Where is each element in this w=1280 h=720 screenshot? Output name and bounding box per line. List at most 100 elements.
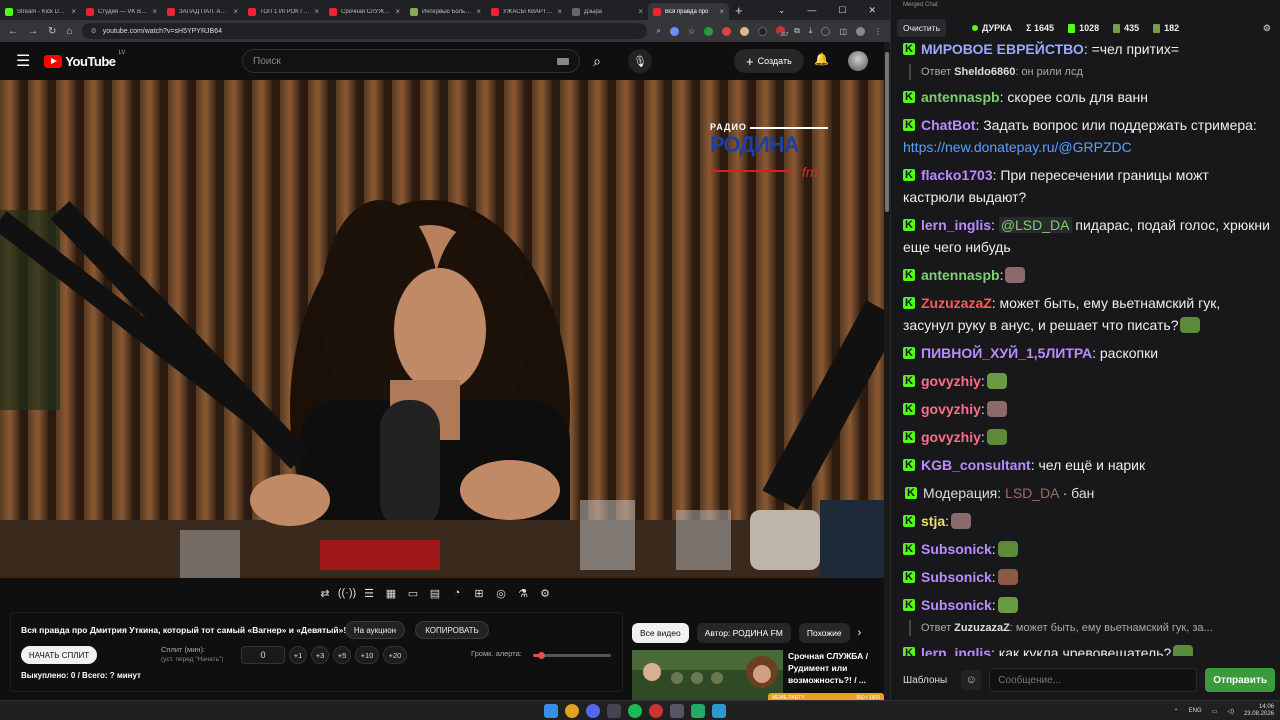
discord-icon[interactable]	[586, 704, 600, 718]
maximize-icon[interactable]: ☐	[838, 5, 846, 16]
alert-volume-slider[interactable]	[533, 652, 611, 659]
chat-username[interactable]: Subsonick	[921, 569, 992, 585]
tab-close-icon[interactable]: ×	[557, 7, 562, 16]
browser-tab[interactable]: Студия — VK Видео ×	[81, 3, 162, 20]
chat-username[interactable]: antennaspb	[921, 89, 1000, 105]
youtube-logo[interactable]: YouTube LV	[44, 50, 125, 69]
windows-start-icon[interactable]	[544, 704, 558, 718]
profile-icon[interactable]	[821, 26, 831, 36]
tab-close-icon[interactable]: ×	[314, 7, 319, 16]
browser-tab[interactable]: Интервью Большое ×	[405, 3, 486, 20]
auction-button[interactable]: На аукцион	[345, 621, 405, 639]
split-step-button[interactable]: +5	[333, 646, 351, 664]
split-step-button[interactable]: +1	[289, 646, 307, 664]
extension-icon[interactable]	[722, 26, 732, 36]
app-icon[interactable]	[649, 704, 663, 718]
chat-username[interactable]: ChatBot	[921, 117, 975, 133]
mic-button[interactable]: 🎙	[628, 49, 652, 73]
browser-tab[interactable]: Вся правда про ×	[648, 3, 729, 20]
keyboard-icon[interactable]	[557, 58, 569, 65]
browser-tab[interactable]: ТОП 1 ИГРОК ГЕНШИН ×	[243, 3, 324, 20]
star-icon[interactable]: ☆	[688, 27, 695, 36]
reply-user[interactable]: Sheldo6860	[954, 66, 1015, 78]
emoji-icon[interactable]: ☺	[961, 670, 982, 690]
close-icon[interactable]: ✕	[868, 5, 876, 16]
extension-icon[interactable]	[740, 26, 750, 36]
download-icon[interactable]: ⤓	[809, 26, 813, 36]
split-step-button[interactable]: +20	[383, 646, 407, 664]
chat-username[interactable]: lern_inglis	[921, 217, 991, 233]
browser-tab[interactable]: УЖАСЫ КВАРТИР ×	[486, 3, 567, 20]
chat-username[interactable]: stja	[921, 513, 945, 529]
reply-user[interactable]: ZuzuzazaZ	[954, 622, 1010, 634]
chat-username[interactable]: KGB_consultant	[921, 457, 1031, 473]
search-input[interactable]: Поиск	[242, 49, 580, 73]
steam-icon[interactable]	[607, 704, 621, 718]
puzzle-icon[interactable]: ⧉	[794, 26, 800, 36]
chat-link[interactable]: https://new.donatepay.ru/@GRPZDC	[903, 139, 1132, 155]
tab-close-icon[interactable]: ×	[638, 7, 643, 16]
extension-badge-icon[interactable]: 357	[776, 25, 790, 38]
browser-tab[interactable]: Срочная СЛУЖБА ×	[324, 3, 405, 20]
reco-tab[interactable]: Автор: РОДИНА FM	[696, 623, 791, 643]
split-step-button[interactable]: +3	[311, 646, 329, 664]
recommended-video-title[interactable]: Срочная СЛУЖБА / Рудимент или возможност…	[788, 650, 880, 686]
app-icon[interactable]	[670, 704, 684, 718]
clock[interactable]: 14:06 23.08.2026	[1244, 704, 1274, 718]
chat-mention[interactable]: @LSD_DA	[998, 217, 1072, 233]
gear-icon[interactable]: ⚙	[536, 584, 554, 602]
video-player[interactable]: РАДИО РОДИНА fm	[0, 80, 884, 578]
reco-tab[interactable]: Все видео	[632, 623, 689, 643]
chevron-right-icon[interactable]: ›	[858, 623, 862, 643]
chat-username[interactable]: govyzhiy	[921, 373, 981, 389]
clear-chat-button[interactable]: Очистить	[897, 19, 947, 37]
chat-username[interactable]: flacko1703	[921, 167, 993, 183]
split-step-button[interactable]: +10	[355, 646, 379, 664]
send-button[interactable]: Отправить	[1205, 668, 1275, 692]
chat-username[interactable]: ПИВНОЙ_ХУЙ_1,5ЛИТРА	[921, 345, 1092, 361]
chrome-icon[interactable]	[565, 704, 579, 718]
browser-tab[interactable]: Дзыра ×	[567, 3, 648, 20]
message-input[interactable]: Сообщение...	[989, 668, 1198, 692]
forward-icon[interactable]: →	[28, 26, 38, 37]
settings-icon[interactable]: ⚙	[1263, 23, 1271, 34]
menu-icon[interactable]: ⋮	[874, 27, 882, 36]
site-info-icon[interactable]: ⚙	[90, 27, 96, 35]
tab-close-icon[interactable]: ×	[395, 7, 400, 16]
camera-icon[interactable]: ◎	[492, 584, 510, 602]
add-icon[interactable]: ⊞	[470, 584, 488, 602]
avatar[interactable]	[848, 51, 868, 71]
templates-button[interactable]: Шаблоны	[897, 675, 953, 686]
bell-icon[interactable]: 🔔	[814, 52, 829, 66]
extension-icon[interactable]	[704, 26, 714, 36]
alert-volume-knob[interactable]	[537, 652, 545, 659]
playlist-icon[interactable]: ☰	[360, 584, 378, 602]
chevron-down-icon[interactable]: ⌄	[778, 5, 786, 16]
translate-icon[interactable]	[670, 26, 679, 36]
chat-username[interactable]: Subsonick	[921, 541, 992, 557]
speed-icon[interactable]: ◔	[448, 584, 466, 602]
tab-close-icon[interactable]: ×	[152, 7, 157, 16]
search-button[interactable]: ⌕	[580, 49, 614, 73]
cinema-icon[interactable]: ▤	[426, 584, 444, 602]
chat-username[interactable]: Subsonick	[921, 597, 992, 613]
split-minutes-input[interactable]: 0	[241, 646, 285, 664]
chat-username[interactable]: antennaspb	[921, 267, 1000, 283]
recommended-video-thumbnail[interactable]	[632, 650, 783, 700]
tab-close-icon[interactable]: ×	[719, 7, 724, 16]
hamburger-menu-icon[interactable]: ☰	[16, 51, 30, 71]
telegram-icon[interactable]	[712, 704, 726, 718]
window-icon[interactable]: ▭	[404, 584, 422, 602]
minimize-icon[interactable]: —	[807, 5, 816, 16]
loop-icon[interactable]: ⇄	[316, 584, 334, 602]
new-tab-button[interactable]: +	[735, 3, 743, 18]
url-input[interactable]: ⚙ youtube.com/watch?v=sH5YPYRJB64	[82, 23, 647, 39]
account-icon[interactable]	[856, 26, 865, 36]
reload-icon[interactable]: ↻	[48, 26, 56, 37]
scrollbar-thumb[interactable]	[885, 52, 889, 212]
film-icon[interactable]: ▦	[382, 584, 400, 602]
tab-close-icon[interactable]: ×	[71, 7, 76, 16]
chat-username[interactable]: lern_inglis	[921, 645, 991, 656]
copy-button[interactable]: КОПИРОВАТЬ	[415, 621, 489, 639]
chat-username[interactable]: МИРОВОЕ ЕВРЕЙСТВО	[921, 41, 1084, 57]
